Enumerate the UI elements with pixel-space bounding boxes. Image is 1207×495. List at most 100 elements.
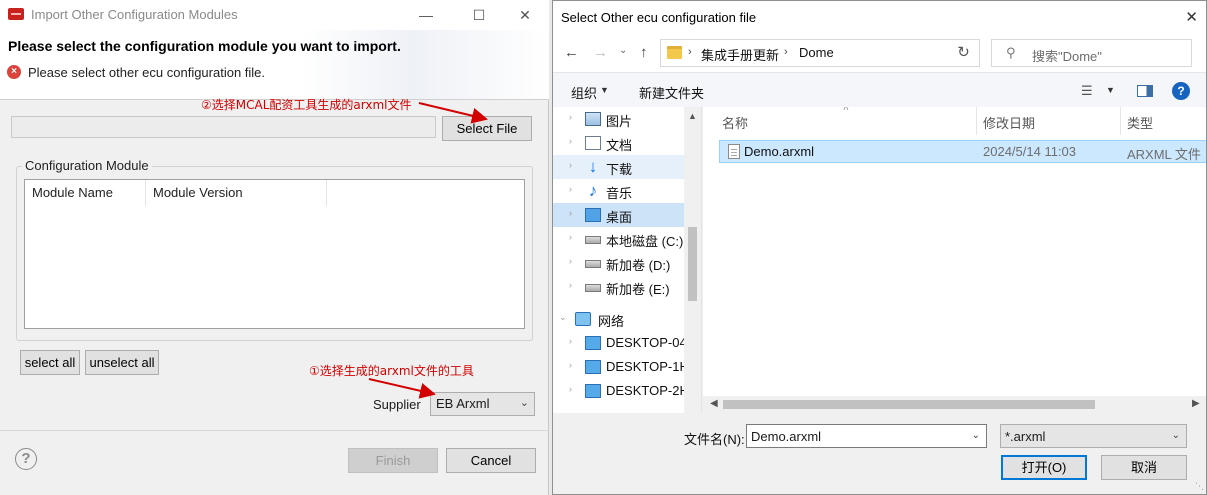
nav-scrollbar[interactable]: ▲ [684, 107, 701, 413]
nav-item-drive-d[interactable]: › 新加卷 (D:) [553, 251, 684, 275]
nav-item-desktop[interactable]: › 桌面 [553, 203, 684, 227]
forward-arrow-icon[interactable]: → [593, 44, 608, 61]
up-arrow-icon[interactable]: ↑ [640, 44, 648, 61]
file-path-input[interactable] [11, 116, 436, 138]
dialog-title: Import Other Configuration Modules [31, 7, 238, 22]
expand-chevron-icon[interactable]: › [569, 136, 572, 146]
nav-item-music[interactable]: › ♪ 音乐 [553, 179, 684, 203]
expand-chevron-icon[interactable]: › [569, 336, 572, 346]
search-input[interactable]: ⚲ 搜索"Dome" [991, 39, 1192, 67]
breadcrumb-item[interactable]: 集成手册更新 [701, 45, 779, 64]
group-title: Configuration Module [22, 158, 152, 173]
expand-chevron-icon[interactable]: › [569, 256, 572, 266]
chevron-down-icon[interactable]: ▼ [1106, 85, 1115, 95]
nav-item-drive-c[interactable]: › 本地磁盘 (C:) [553, 227, 684, 251]
expand-chevron-icon[interactable]: › [569, 208, 572, 218]
breadcrumb-separator-icon[interactable]: › [784, 46, 788, 58]
preview-pane-icon[interactable] [1137, 85, 1153, 97]
breadcrumb-item[interactable]: Dome [799, 45, 834, 60]
computer-icon [585, 336, 601, 350]
sort-up-icon: ˄ [843, 107, 849, 114]
music-icon: ♪ [588, 181, 598, 200]
chevron-down-icon: ⌄ [519, 397, 529, 409]
expand-chevron-icon[interactable]: › [569, 112, 572, 122]
footer-divider [0, 430, 549, 431]
module-table[interactable]: Module Name Module Version [24, 179, 525, 329]
column-header-module-name[interactable]: Module Name [25, 180, 146, 206]
organize-button[interactable]: 组织 [571, 83, 597, 102]
select-file-button[interactable]: Select File [442, 116, 532, 141]
error-message: Please select other ecu configuration fi… [28, 65, 266, 80]
nav-item-computer[interactable]: › DESKTOP-04V [553, 331, 695, 355]
computer-icon [585, 384, 601, 398]
maximize-icon[interactable]: ☐ [456, 0, 502, 30]
collapse-chevron-icon[interactable]: ⌄ [559, 312, 567, 323]
help-icon[interactable]: ? [1172, 82, 1190, 100]
supplier-dropdown[interactable]: EB Arxml ⌄ [430, 392, 535, 416]
navigation-pane[interactable]: › 图片 › 文档 › ↓ 下载 › ♪ 音乐 › 桌面 › 本地磁盘 (C:) [553, 107, 702, 413]
column-header-date[interactable]: 修改日期 [983, 113, 1035, 132]
scroll-thumb[interactable] [688, 227, 697, 301]
navigation-bar: ← → ⌄ ↑ › 集成手册更新 › Dome ⌄ ↻ ⚲ 搜索"Dome" [553, 34, 1206, 72]
error-icon: × [7, 65, 21, 79]
view-options-icon[interactable]: ☰ [1081, 83, 1093, 99]
cancel-button[interactable]: Cancel [446, 448, 536, 473]
nav-item-label: 图片 [606, 114, 633, 129]
finish-button[interactable]: Finish [348, 448, 438, 473]
column-header-module-version[interactable]: Module Version [146, 180, 327, 206]
scroll-left-icon[interactable]: ◀ [710, 398, 718, 409]
nav-item-drive-e[interactable]: › 新加卷 (E:) [553, 275, 684, 299]
expand-chevron-icon[interactable]: › [569, 384, 572, 394]
chevron-down-icon[interactable]: ⌄ [972, 430, 980, 441]
nav-item-computer[interactable]: › DESKTOP-2H [553, 379, 689, 403]
file-row[interactable]: Demo.arxml 2024/5/14 11:03 ARXML 文件 [719, 140, 1206, 163]
annotation-select-file: ②选择MCAL配资工具生成的arxml文件 [201, 98, 412, 112]
scroll-up-icon[interactable]: ▲ [688, 111, 697, 121]
supplier-value: EB Arxml [436, 396, 490, 411]
refresh-icon[interactable]: ↻ [948, 39, 980, 67]
import-config-dialog: Import Other Configuration Modules — ☐ ✕… [0, 0, 549, 495]
document-icon [728, 144, 740, 159]
breadcrumb-separator-icon[interactable]: › [688, 46, 692, 58]
select-all-button[interactable]: select all [20, 350, 80, 375]
unselect-all-button[interactable]: unselect all [85, 350, 159, 375]
column-divider[interactable] [1120, 107, 1121, 135]
horizontal-scrollbar[interactable]: ◀ ▶ [703, 396, 1206, 413]
nav-item-pictures[interactable]: › 图片 [553, 107, 684, 131]
dialog-title: Select Other ecu configuration file [561, 10, 757, 25]
expand-chevron-icon[interactable]: › [569, 232, 572, 242]
column-header-type[interactable]: 类型 [1127, 113, 1153, 132]
column-header-name[interactable]: 名称 [722, 113, 748, 132]
title-bar: Select Other ecu configuration file ✕ [553, 1, 1206, 34]
expand-chevron-icon[interactable]: › [569, 160, 572, 170]
cancel-button[interactable]: 取消 [1101, 455, 1187, 480]
filter-value: *.arxml [1005, 429, 1046, 444]
expand-chevron-icon[interactable]: › [569, 360, 572, 370]
nav-item-downloads[interactable]: › ↓ 下载 [553, 155, 684, 179]
column-divider[interactable] [976, 107, 977, 135]
back-arrow-icon[interactable]: ← [564, 44, 579, 61]
nav-item-computer[interactable]: › DESKTOP-1H. [553, 355, 692, 379]
filename-input[interactable]: Demo.arxml ⌄ [746, 424, 987, 448]
chevron-down-icon[interactable]: ▼ [600, 85, 609, 95]
nav-item-label: 新加卷 (D:) [606, 258, 671, 273]
address-bar[interactable]: › 集成手册更新 › Dome ⌄ [660, 39, 980, 67]
close-icon[interactable]: ✕ [1185, 8, 1198, 26]
file-list[interactable]: ˄ 名称 修改日期 类型 Demo.arxml 2024/5/14 11:03 … [703, 107, 1206, 413]
help-icon[interactable]: ? [15, 448, 37, 470]
open-button[interactable]: 打开(O) [1001, 455, 1087, 480]
nav-item-label: DESKTOP-2H [606, 383, 689, 398]
scroll-right-icon[interactable]: ▶ [1192, 398, 1200, 409]
nav-item-network[interactable]: ⌄ 网络 [553, 307, 684, 331]
drive-icon [585, 260, 601, 268]
nav-item-documents[interactable]: › 文档 [553, 131, 684, 155]
resize-grip-icon[interactable]: ⋱ [1195, 481, 1204, 492]
minimize-icon[interactable]: — [403, 0, 449, 30]
expand-chevron-icon[interactable]: › [569, 184, 572, 194]
file-type-filter[interactable]: *.arxml ⌄ [1000, 424, 1187, 448]
expand-chevron-icon[interactable]: › [569, 280, 572, 290]
scroll-thumb[interactable] [723, 400, 1095, 409]
new-folder-button[interactable]: 新建文件夹 [639, 83, 704, 102]
recent-locations-chevron-icon[interactable]: ⌄ [619, 45, 627, 56]
close-icon[interactable]: ✕ [502, 0, 548, 30]
